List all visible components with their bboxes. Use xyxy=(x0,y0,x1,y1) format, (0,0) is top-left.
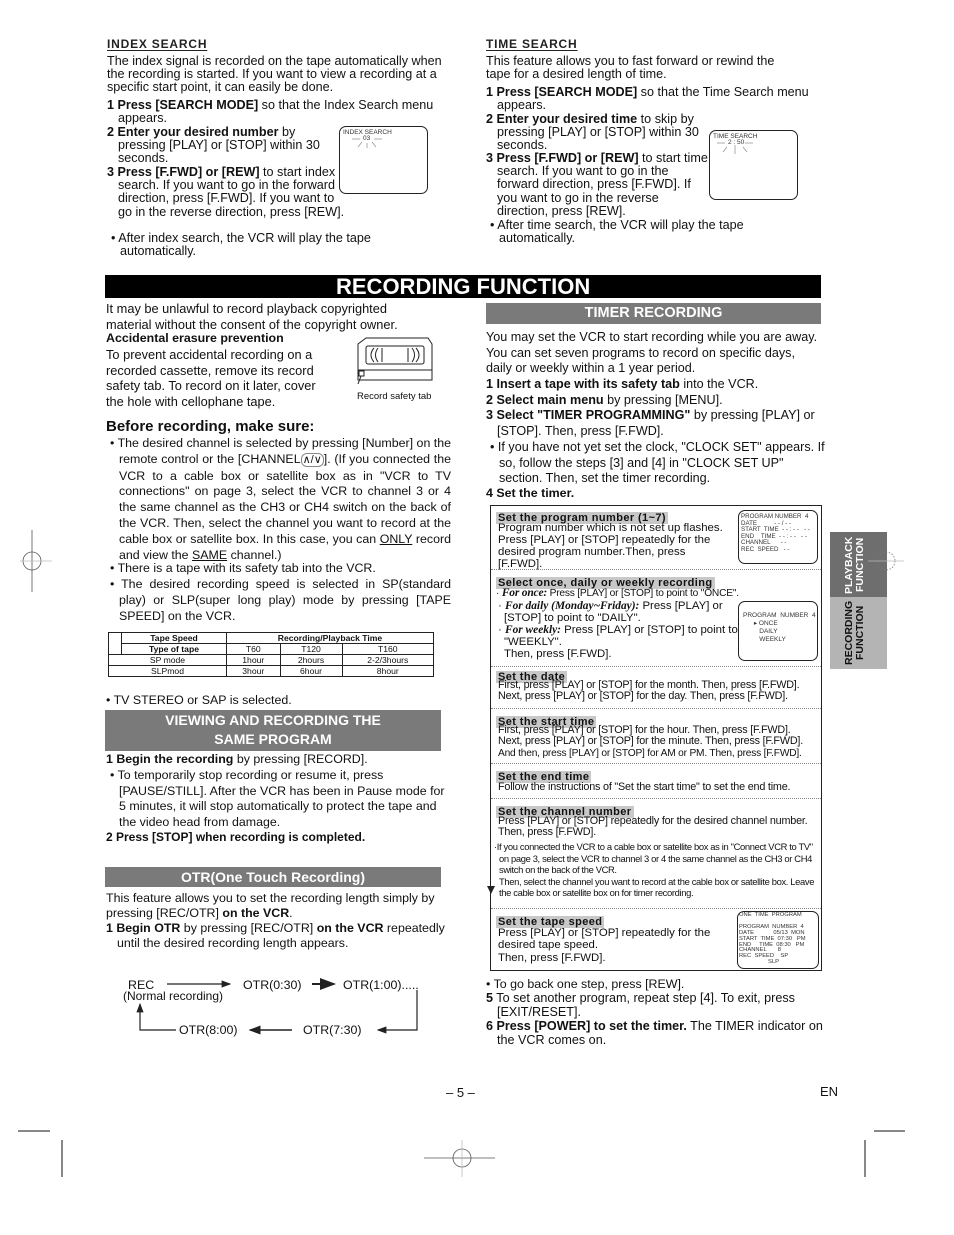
timer-step-4: 4 Set the timer. xyxy=(486,486,575,500)
index-search-step-3: 3 Press [F.FWD] or [REW] to start index … xyxy=(107,165,345,219)
main-title: RECORDING FUNCTION xyxy=(336,274,591,299)
section-channel-notes: ·If you connected the VCR to a cable box… xyxy=(494,841,815,899)
time-search-step-1: 1 Press [SEARCH MODE] so that the Time S… xyxy=(486,85,809,113)
once-then: Then, press [F.FWD]. xyxy=(504,648,612,660)
timer-clock-note: • If you have not yet set the clock, "CL… xyxy=(490,440,825,486)
flash-rays-icon xyxy=(352,138,382,148)
time-search-screen: TIME SEARCH 2 : 50 xyxy=(709,130,798,200)
erasure-heading: Accidental erasure prevention xyxy=(106,331,284,345)
time-search-note: • After time search, the VCR will play t… xyxy=(490,218,744,246)
erasure-text: To prevent accidental recording on a rec… xyxy=(106,347,316,409)
crosshair-bottom-icon xyxy=(452,1148,472,1168)
copyright-notice: It may be unlawful to record playback co… xyxy=(106,301,398,332)
channel-updown-icon: ∧/∨ xyxy=(300,452,324,467)
vhs-cassette-icon xyxy=(357,337,433,385)
index-search-screen: INDEX SEARCH 03 xyxy=(339,126,428,194)
program-number-screen: PROGRAM NUMBER 4 DATE - - / - - START TI… xyxy=(738,510,818,564)
stereo-note: • TV STEREO or SAP is selected. xyxy=(106,693,292,707)
otr-node-1-00: OTR(1:00)..... xyxy=(343,978,419,992)
index-search-step-2: 2 Enter your desired number by pressing … xyxy=(107,125,320,166)
language-code: EN xyxy=(820,1084,839,1099)
viewing-recording-heading: VIEWING AND RECORDING THE SAME PROGRAM xyxy=(105,710,441,751)
viewing-step-2: 2 Press [STOP] when recording is complet… xyxy=(106,830,366,844)
otr-arrows xyxy=(136,978,418,1035)
timer-step-2: 2 Select main menu by pressing [MENU]. xyxy=(486,393,723,407)
option-daily: · For daily (Monday~Friday): Press [PLAY… xyxy=(498,600,723,624)
header-type-of-tape: Type of tape xyxy=(121,643,227,655)
otr-rec-sub: (Normal recording) xyxy=(123,989,224,1003)
crosshair-left-icon xyxy=(22,551,42,571)
timer-step-5: 5 To set another program, repeat step [4… xyxy=(486,991,795,1019)
otr-intro: This feature allows you to set the recor… xyxy=(106,891,435,921)
table-row: SP mode 1hour 2hours 2-2/3hours xyxy=(108,654,435,666)
col-t120: T120 xyxy=(279,643,343,655)
section-text-tape-speed: Press [PLAY] or [STOP] repeatedly for th… xyxy=(498,927,711,951)
index-search-heading: INDEX SEARCH xyxy=(107,37,208,51)
tape-speed-then: Then, press [F.FWD]. xyxy=(498,952,606,964)
viewing-step-1: 1 Begin the recording by pressing [RECOR… xyxy=(106,752,368,766)
col-t160: T160 xyxy=(341,643,435,655)
index-search-intro: The index signal is recorded on the tape… xyxy=(107,54,442,95)
section-text-channel: Press [PLAY] or [STOP] repeatedly for th… xyxy=(498,815,808,839)
section-text-date: First, press [PLAY] or [STOP] for the mo… xyxy=(498,679,800,703)
otr-node-8-00: OTR(8:00) xyxy=(179,1023,238,1037)
timer-intro: You may set the VCR to start recording w… xyxy=(486,330,818,376)
otr-cycle-diagram: REC (Normal recording) OTR(0:30) OTR(1:0… xyxy=(100,960,440,1050)
col-t60: T60 xyxy=(226,643,281,655)
timer-step-1: 1 Insert a tape with its safety tab into… xyxy=(486,377,759,391)
before-recording-heading: Before recording, make sure: xyxy=(106,418,315,435)
before-bullet-tape: • There is a tape with its safety tab in… xyxy=(110,561,376,575)
otr-node-7-30: OTR(7:30) xyxy=(303,1023,362,1037)
cassette-caption: Record safety tab xyxy=(357,391,432,402)
section-text-program: Program number which is not set up flash… xyxy=(498,522,723,570)
tape-speed-table: Tape Speed Recording/Playback Time Type … xyxy=(108,632,435,677)
timer-back-note: • To go back one step, press [REW]. xyxy=(486,977,685,991)
timer-step-3: 3 Select "TIMER PROGRAMMING" by pressing… xyxy=(486,408,815,438)
page-number: – 5 – xyxy=(446,1085,475,1100)
once-daily-weekly-screen: PROGRAM NUMBER 4 ▸ ONCE DAILY WEEKLY xyxy=(738,601,818,661)
before-bullet-channel: • The desired channel is selected by pre… xyxy=(110,436,452,562)
timer-recording-heading: TIMER RECORDING xyxy=(486,303,821,324)
otr-heading: OTR(One Touch Recording) xyxy=(105,867,441,887)
time-search-intro: This feature allows you to fast forward … xyxy=(486,54,775,82)
section-text-end-time: Follow the instructions of "Set the star… xyxy=(498,781,791,793)
timer-step-6: 6 Press [POWER] to set the timer. The TI… xyxy=(486,1019,823,1047)
option-once: · For once: Press [PLAY] or [STOP] to po… xyxy=(496,587,739,599)
viewing-pause-note: • To temporarily stop recording or resum… xyxy=(110,768,445,829)
index-search-step-1: 1 Press [SEARCH MODE] so that the Index … xyxy=(107,98,434,126)
otr-step-1: 1 Begin OTR by pressing [REC/OTR] on the… xyxy=(106,921,445,951)
section-text-start-time: First, press [PLAY] or [STOP] for the ho… xyxy=(498,724,804,759)
time-search-heading: TIME SEARCH xyxy=(486,37,578,51)
otr-node-0-30: OTR(0:30) xyxy=(243,978,302,992)
side-tab-playback[interactable]: PLAYBACK FUNCTION xyxy=(830,532,887,597)
table-row: SLPmod 3hour 6hour 8hour xyxy=(108,665,435,677)
time-search-step-2: 2 Enter your desired time to skip by pre… xyxy=(486,112,699,153)
index-search-note: • After index search, the VCR will play … xyxy=(111,231,371,259)
before-bullet-speed: • The desired recording speed is selecte… xyxy=(110,577,452,623)
flash-rays-icon xyxy=(717,142,753,154)
header-tape-speed: Tape Speed xyxy=(121,632,227,644)
flow-down-arrow-icon xyxy=(487,886,495,894)
side-tab-recording[interactable]: RECORDING FUNCTION xyxy=(830,597,887,669)
one-time-program-screen: ONE TIME PROGRAM PROGRAM NUMBER 4 DATE 0… xyxy=(737,911,819,969)
timer-steps-box: Set the program number (1~7) Program num… xyxy=(487,505,822,971)
time-search-step-3: 3 Press [F.FWD] or [REW] to start time s… xyxy=(486,151,708,218)
option-weekly: · For weekly: Press [PLAY] or [STOP] to … xyxy=(498,624,738,648)
header-recording-time: Recording/Playback Time xyxy=(226,632,434,644)
main-title-banner: RECORDING FUNCTION xyxy=(105,275,821,298)
